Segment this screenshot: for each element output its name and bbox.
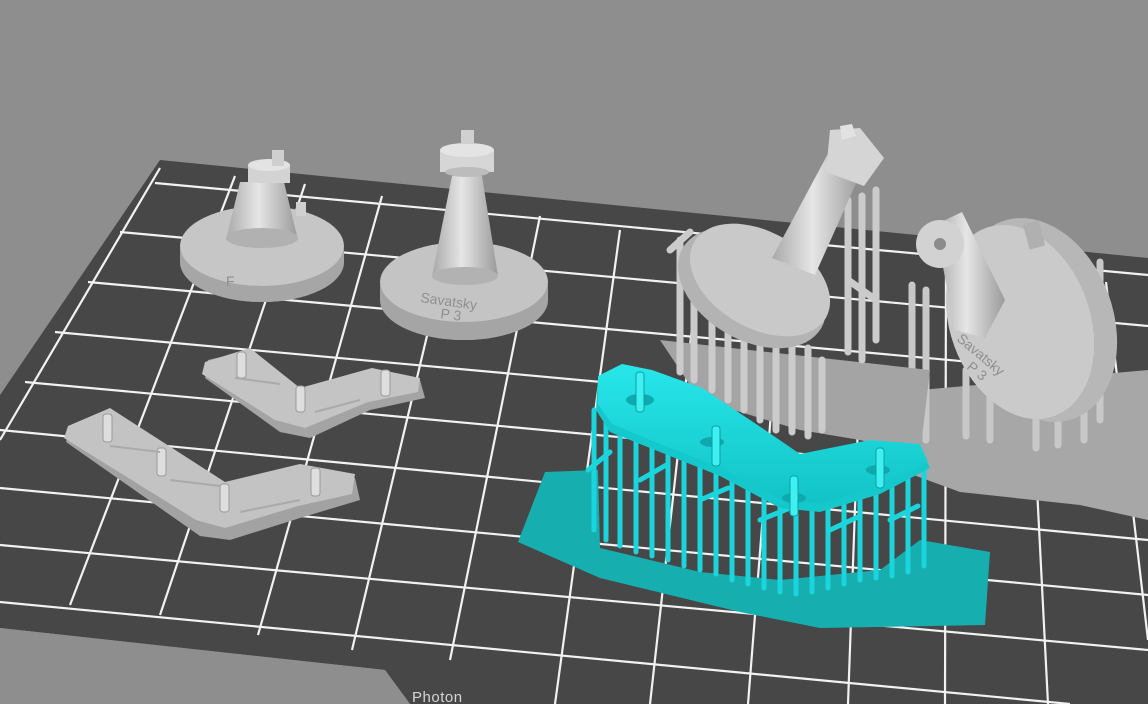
3d-viewport[interactable]: Photon F Savatsky P 3 Savatsky P 3: [0, 0, 1148, 704]
rook-engraving-line2: P 3: [440, 305, 463, 324]
plate-label: Photon: [412, 689, 463, 704]
svg-text:F: F: [226, 273, 235, 289]
scene: Photon F Savatsky P 3 Savatsky P 3: [0, 0, 1148, 704]
